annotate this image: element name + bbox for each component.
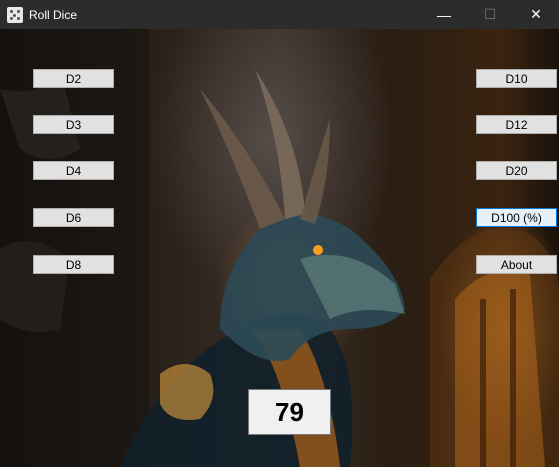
d8-button[interactable]: D8 [33, 255, 114, 274]
dice-app-icon [7, 6, 23, 23]
about-button[interactable]: About [476, 255, 557, 274]
d3-button[interactable]: D3 [33, 115, 114, 134]
d10-button[interactable]: D10 [476, 69, 557, 88]
dice-panel: D2 D3 D4 D6 D8 D10 D12 D20 D100 (%) Abou… [0, 29, 559, 467]
app-window: Roll Dice — ☐ ✕ D2 D3 D4 D6 D8 D10 D12 D… [0, 0, 559, 467]
minimize-button[interactable]: — [421, 0, 467, 29]
close-button[interactable]: ✕ [513, 0, 559, 29]
title-bar[interactable]: Roll Dice — ☐ ✕ [0, 0, 559, 29]
window-title: Roll Dice [29, 7, 78, 22]
d2-button[interactable]: D2 [33, 69, 114, 88]
d12-button[interactable]: D12 [476, 115, 557, 134]
d4-button[interactable]: D4 [33, 161, 114, 180]
d6-button[interactable]: D6 [33, 208, 114, 227]
maximize-button[interactable]: ☐ [467, 0, 513, 29]
d20-button[interactable]: D20 [476, 161, 557, 180]
window-controls: — ☐ ✕ [421, 0, 559, 29]
d100-button[interactable]: D100 (%) [476, 208, 557, 227]
roll-result-display: 79 [248, 389, 331, 435]
